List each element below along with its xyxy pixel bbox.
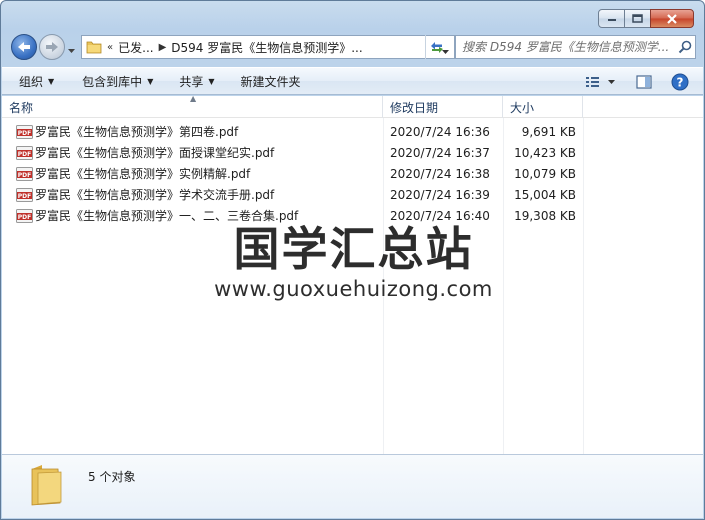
pdf-file-icon: PDF: [16, 166, 33, 181]
file-rows: PDF 罗富民《生物信息预测学》第四卷.pdf 2020/7/24 16:36 …: [2, 121, 703, 226]
share-menu[interactable]: 共享 ▼: [170, 70, 223, 92]
change-view-button[interactable]: [581, 71, 621, 93]
file-size: 10,079 KB: [514, 166, 576, 181]
column-header-name[interactable]: 名称 ▲: [2, 94, 383, 118]
file-name: 罗富民《生物信息预测学》实例精解.pdf: [35, 167, 251, 181]
breadcrumb-separator[interactable]: ▶: [159, 42, 167, 53]
address-overflow[interactable]: «: [107, 42, 113, 53]
minimize-button[interactable]: [598, 9, 625, 28]
svg-text:PDF: PDF: [18, 192, 31, 199]
file-name-cell: PDF 罗富民《生物信息预测学》第四卷.pdf: [2, 123, 383, 140]
address-bar[interactable]: « 已发... ▶ D594 罗富民《生物信息预测学》...: [81, 35, 455, 59]
help-icon: ?: [671, 73, 689, 91]
chevron-down-icon: ▼: [48, 76, 55, 86]
breadcrumb-current[interactable]: D594 罗富民《生物信息预测学》...: [171, 39, 362, 56]
include-in-library-label: 包含到库中: [82, 74, 143, 89]
file-name: 罗富民《生物信息预测学》面授课堂纪实.pdf: [35, 146, 275, 160]
sort-ascending-icon: ▲: [190, 94, 197, 103]
file-row[interactable]: PDF 罗富民《生物信息预测学》学术交流手册.pdf 2020/7/24 16:…: [2, 184, 703, 205]
pdf-file-icon: PDF: [16, 187, 33, 202]
search-box[interactable]: [455, 35, 696, 59]
file-name-cell: PDF 罗富民《生物信息预测学》实例精解.pdf: [2, 165, 383, 182]
command-bar: 组织 ▼ 包含到库中 ▼ 共享 ▼ 新建文件夹 ?: [2, 67, 703, 95]
caption-buttons: [598, 9, 694, 28]
new-folder-label: 新建文件夹: [240, 74, 301, 89]
forward-button[interactable]: [39, 34, 65, 60]
search-icon[interactable]: [675, 40, 695, 54]
column-name-label: 名称: [9, 100, 34, 115]
close-button[interactable]: [650, 9, 694, 28]
refresh-button[interactable]: [425, 35, 447, 59]
preview-pane-icon: [636, 75, 652, 89]
file-name-cell: PDF 罗富民《生物信息预测学》面授课堂纪实.pdf: [2, 144, 383, 161]
view-controls: ?: [581, 71, 695, 93]
refresh-icon: [430, 42, 443, 53]
watermark-title: 国学汇总站: [233, 222, 474, 276]
chevron-down-icon: ▼: [208, 76, 215, 86]
folder-icon: [86, 41, 102, 54]
folder-icon: [31, 465, 62, 506]
details-pane: 5 个对象: [2, 454, 703, 518]
preview-pane-button[interactable]: [629, 71, 659, 93]
file-date: 2020/7/24 16:37: [390, 145, 490, 160]
organize-label: 组织: [19, 74, 44, 89]
back-arrow-icon: [18, 42, 30, 52]
back-button[interactable]: [11, 34, 37, 60]
svg-text:PDF: PDF: [18, 129, 31, 136]
svg-text:PDF: PDF: [18, 171, 31, 178]
minimize-icon: [607, 18, 616, 21]
chevron-down-icon: [68, 49, 75, 53]
column-header-size[interactable]: 大小: [503, 96, 583, 118]
close-icon: [667, 13, 677, 24]
column-date-label: 修改日期: [390, 100, 439, 115]
file-size: 9,691 KB: [521, 124, 576, 139]
navigation-bar: « 已发... ▶ D594 罗富民《生物信息预测学》...: [9, 34, 696, 60]
file-date: 2020/7/24 16:38: [390, 166, 490, 181]
maximize-button[interactable]: [624, 9, 651, 28]
column-header-date[interactable]: 修改日期: [383, 96, 503, 118]
file-size: 15,004 KB: [514, 187, 576, 202]
pdf-file-icon: PDF: [16, 145, 33, 160]
svg-text:PDF: PDF: [18, 150, 31, 157]
watermark-url: www.guoxuehuizong.com: [214, 277, 493, 301]
file-row[interactable]: PDF 罗富民《生物信息预测学》实例精解.pdf 2020/7/24 16:38…: [2, 163, 703, 184]
file-name: 罗富民《生物信息预测学》第四卷.pdf: [35, 125, 239, 139]
file-row[interactable]: PDF 罗富民《生物信息预测学》第四卷.pdf 2020/7/24 16:36 …: [2, 121, 703, 142]
breadcrumb-parent[interactable]: 已发...: [118, 39, 153, 56]
include-in-library-menu[interactable]: 包含到库中 ▼: [73, 70, 162, 92]
pdf-file-icon: PDF: [16, 124, 33, 139]
file-name-cell: PDF 罗富民《生物信息预测学》学术交流手册.pdf: [2, 186, 383, 203]
share-label: 共享: [179, 74, 204, 89]
help-button[interactable]: ?: [665, 71, 695, 93]
search-input[interactable]: [456, 37, 675, 57]
chevron-down-icon: ▼: [147, 76, 154, 86]
svg-text:?: ?: [677, 76, 684, 90]
column-size-label: 大小: [510, 100, 535, 115]
forward-arrow-icon: [46, 42, 58, 52]
file-date: 2020/7/24 16:36: [390, 124, 490, 139]
view-options-icon: [586, 77, 615, 87]
file-name: 罗富民《生物信息预测学》学术交流手册.pdf: [35, 188, 275, 202]
file-row[interactable]: PDF 罗富民《生物信息预测学》面授课堂纪实.pdf 2020/7/24 16:…: [2, 142, 703, 163]
item-count: 5 个对象: [88, 470, 136, 484]
column-headers: 名称 ▲ 修改日期 大小: [2, 94, 703, 118]
organize-menu[interactable]: 组织 ▼: [10, 70, 63, 92]
file-size: 10,423 KB: [514, 145, 576, 160]
new-folder-button[interactable]: 新建文件夹: [232, 70, 310, 92]
file-date: 2020/7/24 16:39: [390, 187, 490, 202]
history-dropdown[interactable]: [67, 43, 76, 57]
explorer-window: « 已发... ▶ D594 罗富民《生物信息预测学》... 组织 ▼: [0, 0, 705, 520]
maximize-icon: [632, 14, 643, 23]
